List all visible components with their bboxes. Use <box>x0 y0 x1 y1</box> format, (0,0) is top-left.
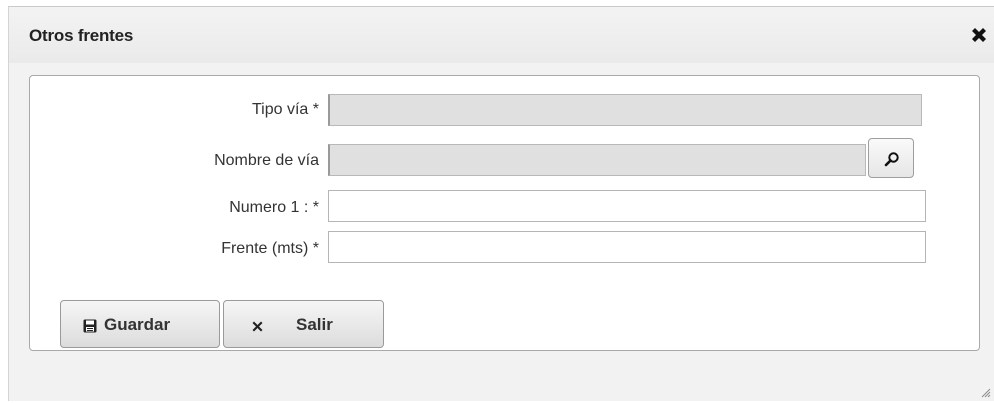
nombre-via-label: Nombre de vía <box>214 152 319 169</box>
close-icon[interactable] <box>968 25 990 47</box>
frente-field[interactable] <box>328 231 926 263</box>
numero-1-label-wrap: Numero 1 : * <box>30 193 319 223</box>
frente-label-wrap: Frente (mts) * <box>30 234 319 264</box>
save-button-label: Guardar <box>104 315 171 334</box>
close-icon <box>251 318 264 338</box>
nombre-via-field[interactable] <box>328 144 866 176</box>
exit-button[interactable]: Salir <box>223 300 384 348</box>
search-icon <box>884 152 899 167</box>
numero-1-field[interactable] <box>328 190 926 222</box>
form-fieldset: Tipo vía * Nombre de vía Numero 1 : * Fr… <box>29 75 980 351</box>
floppy-disk-icon <box>83 318 97 338</box>
search-button[interactable] <box>868 138 914 178</box>
resize-grip-icon[interactable] <box>979 385 991 398</box>
tipo-via-label-wrap: Tipo vía * <box>30 95 319 125</box>
dialog-title: Otros frentes <box>29 26 134 45</box>
tipo-via-field[interactable] <box>328 94 922 126</box>
save-button[interactable]: Guardar <box>60 300 220 348</box>
tipo-via-label: Tipo vía * <box>252 101 319 118</box>
otros-frentes-dialog: Otros frentes Tipo vía * Nombre de vía N… <box>8 6 994 401</box>
dialog-titlebar[interactable]: Otros frentes <box>9 7 994 63</box>
dialog-content: Tipo vía * Nombre de vía Numero 1 : * Fr… <box>9 63 994 401</box>
numero-1-label: Numero 1 : * <box>229 199 319 216</box>
exit-button-label: Salir <box>296 315 333 334</box>
frente-label: Frente (mts) * <box>221 240 319 257</box>
nombre-via-label-wrap: Nombre de vía <box>30 146 319 176</box>
